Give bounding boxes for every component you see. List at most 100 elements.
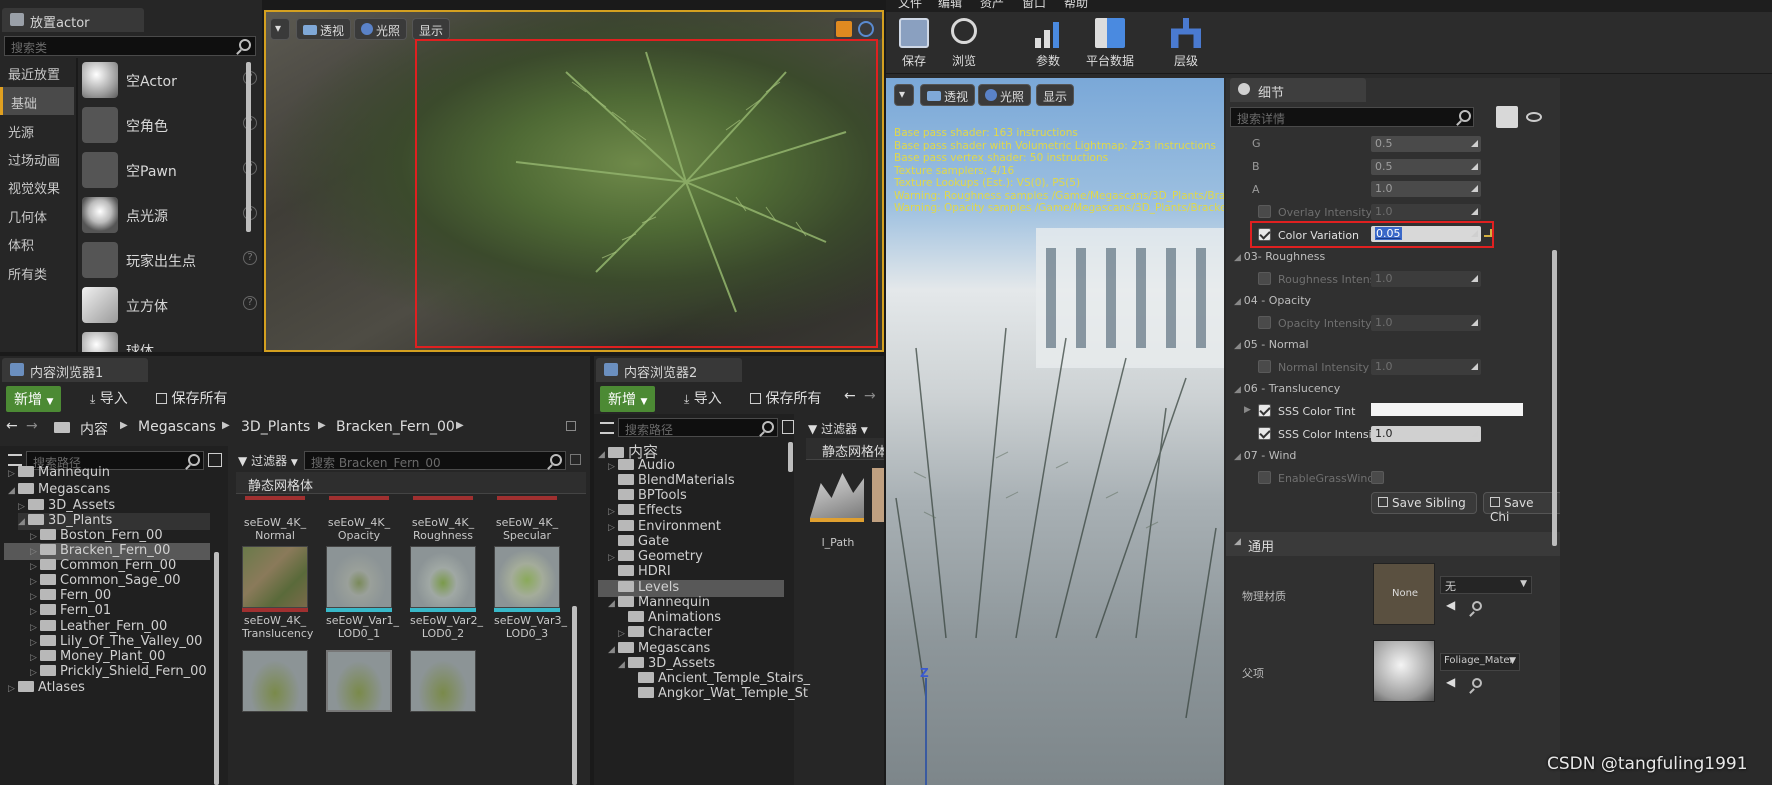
category-geometry[interactable]: 几何体 — [0, 201, 74, 229]
phys-material-dropdown[interactable]: 无 ▼ — [1440, 576, 1532, 594]
move-icon[interactable] — [836, 21, 852, 37]
tree-view-icon[interactable] — [600, 422, 614, 434]
asset-view-scrollbar[interactable] — [572, 606, 577, 785]
normal-intensity-input[interactable]: 1.0 — [1371, 359, 1481, 375]
asset-tile[interactable]: seEoW_Var2_ LOD0_2 — [410, 546, 483, 640]
breadcrumb-bracken-fern[interactable]: Bracken_Fern_00 — [336, 419, 455, 435]
forward-arrow-icon[interactable]: → — [26, 418, 38, 434]
perspective-button[interactable]: 透视 — [296, 18, 352, 40]
tree-item[interactable]: ▷ Mannequin — [8, 465, 110, 482]
category-cinematic[interactable]: 过场动画 — [0, 144, 74, 172]
preview-lit-button[interactable]: 光照 — [978, 84, 1032, 106]
forward-arrow-icon[interactable]: → — [864, 388, 876, 404]
roughness-intensity-input[interactable]: 1.0 — [1371, 271, 1481, 287]
preview-show-button[interactable]: 显示 — [1036, 84, 1075, 106]
asset-tile[interactable]: seEoW_4K_ Translucency — [242, 546, 313, 640]
tree-item[interactable]: ▷ Fern_01 — [30, 603, 111, 620]
eye-icon[interactable] — [1526, 112, 1542, 122]
sss-color-tint-checkbox[interactable] — [1258, 404, 1271, 417]
enable-grass-wind-checkbox[interactable] — [1258, 471, 1271, 484]
param-b-input[interactable]: 0.5 — [1371, 159, 1481, 175]
asset-search-input[interactable]: 搜索 Bracken_Fern_00 — [304, 451, 566, 470]
general-section-header[interactable]: ◢ 通用 — [1226, 532, 1560, 556]
search-icon[interactable] — [1459, 110, 1471, 122]
tree-item[interactable]: ▷ Prickly_Shield_Fern_00 — [30, 664, 207, 681]
menu-file[interactable]: 文件 — [898, 0, 922, 11]
overlay-intensity-input[interactable]: 1.0 — [1371, 204, 1481, 220]
browse-asset-icon[interactable] — [1472, 601, 1482, 611]
tree-item[interactable]: ◢ 内容 — [598, 441, 658, 461]
menu-edit[interactable]: 编辑 — [938, 0, 962, 11]
transform-toolbar[interactable] — [834, 18, 882, 40]
opacity-intensity-input[interactable]: 1.0 — [1371, 315, 1481, 331]
back-arrow-icon[interactable]: ← — [844, 388, 856, 404]
search-icon[interactable] — [188, 454, 200, 466]
search-icon[interactable] — [762, 421, 774, 433]
place-item-point-light[interactable]: 点光源 ? — [80, 193, 262, 237]
browse-toolbar-button[interactable]: 浏览 — [946, 18, 982, 70]
place-actor-tab[interactable]: 放置actor — [2, 8, 144, 32]
view-options-icon[interactable] — [782, 420, 794, 434]
use-selected-arrow-icon[interactable]: ◀ — [1446, 598, 1455, 612]
category-all-classes[interactable]: 所有类 — [0, 258, 74, 286]
preview-options-button[interactable]: ▾ — [894, 84, 914, 106]
breadcrumb-content[interactable]: 内容 — [80, 419, 108, 439]
use-selected-arrow-icon[interactable]: ◀ — [1446, 675, 1455, 689]
help-icon[interactable]: ? — [243, 251, 257, 265]
browse-asset-icon[interactable] — [1472, 678, 1482, 688]
asset-tile-partial[interactable] — [872, 468, 884, 522]
path-tree-scrollbar[interactable] — [214, 552, 219, 785]
breadcrumb-3d-plants[interactable]: 3D_Plants — [241, 419, 310, 435]
params-toolbar-button[interactable]: 参数 — [1028, 18, 1068, 70]
place-item-empty-character[interactable]: 空角色 ? — [80, 103, 262, 147]
details-tab[interactable]: 细节 — [1230, 78, 1366, 102]
place-item-cube[interactable]: 立方体 ? — [80, 283, 262, 327]
asset-tile[interactable]: seEoW_4K_ Opacity — [326, 496, 392, 542]
add-new-button[interactable]: 新增 ▼ — [6, 386, 62, 412]
tree-item[interactable]: ▷ Effects — [608, 503, 682, 520]
asset-tile[interactable] — [242, 650, 308, 712]
preview-perspective-button[interactable]: 透视 — [920, 84, 976, 106]
place-item-player-start[interactable]: 玩家出生点 ? — [80, 238, 262, 282]
menu-help[interactable]: 帮助 — [1064, 0, 1088, 11]
parent-dropdown[interactable]: Foliage_Mater ▼ — [1440, 653, 1520, 671]
expand-arrow-icon[interactable]: ▶ — [1244, 405, 1251, 415]
tree-item[interactable]: HDRI — [608, 564, 671, 581]
save-all-button[interactable]: 保存所有 — [750, 388, 821, 408]
add-new-button[interactable]: 新增 ▼ — [600, 386, 656, 412]
save-toolbar-button[interactable]: 保存 — [896, 18, 932, 70]
tree-item[interactable]: ▷ Character — [618, 625, 712, 642]
material-preview-viewport[interactable]: ▾ 透视 光照 显示 Base pass shader: 163 instruc… — [886, 78, 1224, 785]
asset-tile[interactable]: seEoW_4K_ Specular — [494, 496, 560, 542]
save-search-icon[interactable] — [570, 454, 581, 465]
import-button[interactable]: ⤓ 导入 — [90, 388, 128, 408]
sss-color-tint-swatch[interactable] — [1371, 403, 1523, 416]
path-tree-scrollbar[interactable] — [788, 442, 793, 472]
menu-asset[interactable]: 资产 — [980, 0, 1004, 11]
view-options-icon[interactable] — [208, 453, 222, 467]
section-roughness[interactable]: ◢ 03- Roughness — [1234, 250, 1325, 263]
asset-tile[interactable]: l_Path — [810, 468, 866, 549]
category-volumes[interactable]: 体积 — [0, 229, 74, 257]
section-opacity[interactable]: ◢ 04 - Opacity — [1234, 294, 1311, 307]
tree-item[interactable]: ◢ Megascans — [8, 482, 110, 499]
place-actor-scrollbar[interactable] — [246, 62, 251, 232]
content-browser-1-tab[interactable]: 内容浏览器1 — [2, 358, 148, 382]
import-button[interactable]: ⤓ 导入 — [684, 388, 722, 408]
place-item-sphere[interactable]: 球体 — [80, 328, 262, 352]
search-icon[interactable] — [239, 39, 251, 51]
lock-icon[interactable] — [566, 421, 576, 431]
breadcrumb-megascans[interactable]: Megascans — [138, 419, 216, 435]
category-basic[interactable]: 基础 — [0, 87, 74, 115]
place-actor-search-input[interactable]: 搜索类 — [4, 36, 256, 56]
place-item-empty-pawn[interactable]: 空Pawn ? — [80, 148, 262, 192]
section-wind[interactable]: ◢ 07 - Wind — [1234, 449, 1296, 462]
hierarchy-toolbar-button[interactable]: 层级 — [1162, 18, 1210, 70]
asset-tile[interactable] — [410, 650, 476, 712]
save-all-button[interactable]: 保存所有 — [156, 388, 227, 408]
lit-button[interactable]: 光照 — [354, 18, 408, 40]
opacity-intensity-checkbox[interactable] — [1258, 316, 1271, 329]
viewport-options-button[interactable]: ▾ — [270, 18, 290, 40]
normal-intensity-checkbox[interactable] — [1258, 360, 1271, 373]
param-a-input[interactable]: 1.0 — [1371, 181, 1481, 197]
